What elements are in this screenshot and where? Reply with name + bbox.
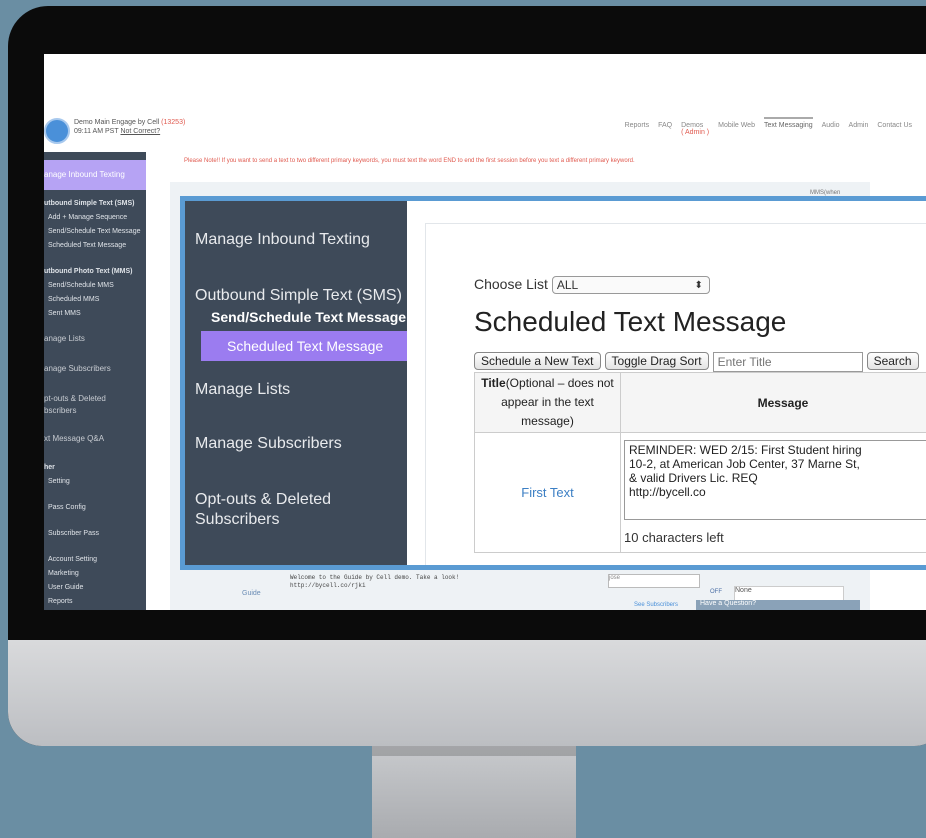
nav-mobile-web[interactable]: Mobile Web bbox=[718, 122, 755, 136]
sidebar-item-subscriber-pass[interactable]: Subscriber Pass bbox=[48, 530, 99, 537]
sidebar-item-subscribers[interactable]: anage Subscribers bbox=[44, 364, 111, 373]
sidebar-item-outbound-mms[interactable]: utbound Photo Text (MMS) bbox=[44, 268, 133, 275]
nav-contact-us[interactable]: Contact Us bbox=[877, 122, 912, 136]
table-row: First Text REMINDER: WED 2/15: First Stu… bbox=[474, 432, 926, 553]
zoom-sidebar-subscribers[interactable]: Manage Subscribers bbox=[195, 435, 342, 453]
monitor-stand bbox=[372, 746, 576, 838]
notice-text: Please Note!! If you want to send a text… bbox=[184, 158, 635, 164]
nav-faq[interactable]: FAQ bbox=[658, 122, 672, 136]
row-message-cell: REMINDER: WED 2/15: First Student hiring… bbox=[620, 432, 926, 553]
sidebar-item-qa[interactable]: xt Message Q&A bbox=[44, 434, 104, 443]
sidebar-item-account-setting[interactable]: Account Setting bbox=[48, 556, 97, 563]
select-arrows-icon: ⬍ bbox=[694, 280, 703, 292]
account-id: (13253) bbox=[161, 119, 186, 126]
sidebar-item-inbound[interactable]: anage Inbound Texting bbox=[44, 170, 125, 179]
title-search-input[interactable] bbox=[712, 352, 863, 372]
logo-icon bbox=[44, 118, 70, 144]
sidebar-item-send-mms[interactable]: Send/Schedule MMS bbox=[48, 282, 114, 289]
schedule-new-text-button[interactable]: Schedule a New Text bbox=[474, 352, 601, 370]
choose-list: Choose List ALL ⬍ bbox=[474, 276, 710, 295]
sidebar-item-reports[interactable]: Reports bbox=[48, 598, 73, 605]
characters-left: 10 characters left bbox=[624, 530, 724, 545]
page-title: Scheduled Text Message bbox=[474, 306, 787, 337]
toolbar: Schedule a New Text Toggle Drag Sort Sea… bbox=[474, 352, 919, 372]
column-header-title-bold: Title bbox=[481, 376, 506, 390]
not-correct-link[interactable]: Not Correct? bbox=[120, 128, 160, 135]
zoom-sidebar-inbound[interactable]: Manage Inbound Texting bbox=[195, 231, 370, 249]
top-nav: Reports FAQ Demos( Admin ) Mobile Web Te… bbox=[625, 117, 912, 136]
zoom-sidebar-outbound-sms[interactable]: Outbound Simple Text (SMS) bbox=[195, 287, 402, 305]
sidebar-item-pass-config[interactable]: Pass Config bbox=[48, 504, 86, 511]
account-name: Demo Main Engage by Cell bbox=[74, 119, 160, 126]
stand-shadow bbox=[372, 746, 576, 756]
column-header-message: Message bbox=[620, 372, 926, 433]
sidebar-item-marketing[interactable]: Marketing bbox=[48, 570, 79, 577]
main-panel: Choose List ALL ⬍ Scheduled Text Message … bbox=[425, 223, 926, 565]
nav-demos[interactable]: Demos( Admin ) bbox=[681, 122, 709, 136]
sidebar-item-lists[interactable]: anage Lists bbox=[44, 334, 85, 343]
sidebar-item-other: her bbox=[44, 464, 55, 471]
row-title-link[interactable]: First Text bbox=[474, 432, 621, 553]
background-row-select[interactable]: jose bbox=[608, 574, 700, 588]
monitor-chin bbox=[8, 640, 926, 746]
choose-list-select[interactable]: ALL ⬍ bbox=[551, 276, 710, 295]
see-subscribers-link[interactable]: See Subscribers bbox=[634, 602, 678, 608]
sidebar-item-setting[interactable]: Setting bbox=[48, 478, 70, 485]
nav-demos-sub: ( Admin ) bbox=[681, 129, 710, 136]
search-button[interactable]: Search bbox=[866, 352, 919, 370]
sidebar-item-sequence[interactable]: Add + Manage Sequence bbox=[48, 214, 127, 221]
column-header-title-note: (Optional – does not appear in the text … bbox=[501, 376, 614, 428]
zoom-sidebar-optouts[interactable]: Opt-outs & Deleted bbox=[195, 491, 331, 509]
zoom-sidebar-optouts-2: Subscribers bbox=[195, 511, 280, 528]
nav-text-messaging[interactable]: Text Messaging bbox=[763, 117, 813, 136]
message-textarea[interactable]: REMINDER: WED 2/15: First Student hiring… bbox=[624, 440, 926, 520]
background-row-message: Welcome to the Guide by Cell demo. Take … bbox=[290, 574, 460, 589]
sidebar-item-scheduled-mms[interactable]: Scheduled MMS bbox=[48, 296, 99, 303]
account-time: 09:11 AM PST bbox=[74, 128, 119, 135]
choose-list-label: Choose List bbox=[474, 276, 548, 292]
top-bar: Demo Main Engage by Cell (13253) 09:11 A… bbox=[44, 54, 926, 152]
sidebar-item-send-schedule[interactable]: Send/Schedule Text Message bbox=[48, 228, 141, 235]
sidebar-item-scheduled[interactable]: Scheduled Text Message bbox=[48, 242, 126, 249]
zoom-sidebar-scheduled-label: Scheduled Text Message bbox=[227, 338, 384, 354]
background-row-off[interactable]: OFF bbox=[710, 589, 722, 595]
table-header-row: Title(Optional – does not appear in the … bbox=[474, 372, 926, 433]
sidebar-item-optouts-2: bscribers bbox=[44, 406, 77, 415]
account-info: Demo Main Engage by Cell (13253) 09:11 A… bbox=[74, 118, 185, 136]
background-row-title[interactable]: Guide bbox=[242, 590, 261, 597]
toggle-drag-sort-button[interactable]: Toggle Drag Sort bbox=[604, 352, 709, 370]
sidebar-item-outbound-sms[interactable]: utbound Simple Text (SMS) bbox=[44, 200, 134, 207]
sidebar-item-optouts[interactable]: pt-outs & Deleted bbox=[44, 394, 106, 403]
sidebar-item-sent-mms[interactable]: Sent MMS bbox=[48, 310, 81, 317]
column-header-title: Title(Optional – does not appear in the … bbox=[474, 372, 621, 433]
zoom-sidebar-scheduled[interactable]: Scheduled Text Message bbox=[201, 331, 407, 361]
nav-audio[interactable]: Audio bbox=[822, 122, 840, 136]
background-sidebar: anage Inbound Texting utbound Simple Tex… bbox=[44, 152, 146, 610]
choose-list-value: ALL bbox=[556, 278, 579, 293]
nav-demos-label: Demos bbox=[681, 122, 704, 129]
have-question-tab[interactable]: Have a Question? bbox=[696, 600, 860, 610]
nav-reports[interactable]: Reports bbox=[625, 122, 650, 136]
scheduled-table: Title(Optional – does not appear in the … bbox=[474, 372, 926, 553]
sidebar-item-user-guide[interactable]: User Guide bbox=[48, 584, 83, 591]
zoom-sidebar-send-schedule[interactable]: Send/Schedule Text Message bbox=[211, 309, 406, 325]
zoom-callout: Manage Inbound Texting Outbound Simple T… bbox=[180, 196, 926, 570]
zoom-sidebar-lists[interactable]: Manage Lists bbox=[195, 381, 290, 399]
nav-admin[interactable]: Admin bbox=[849, 122, 869, 136]
zoom-sidebar: Manage Inbound Texting Outbound Simple T… bbox=[185, 201, 407, 565]
